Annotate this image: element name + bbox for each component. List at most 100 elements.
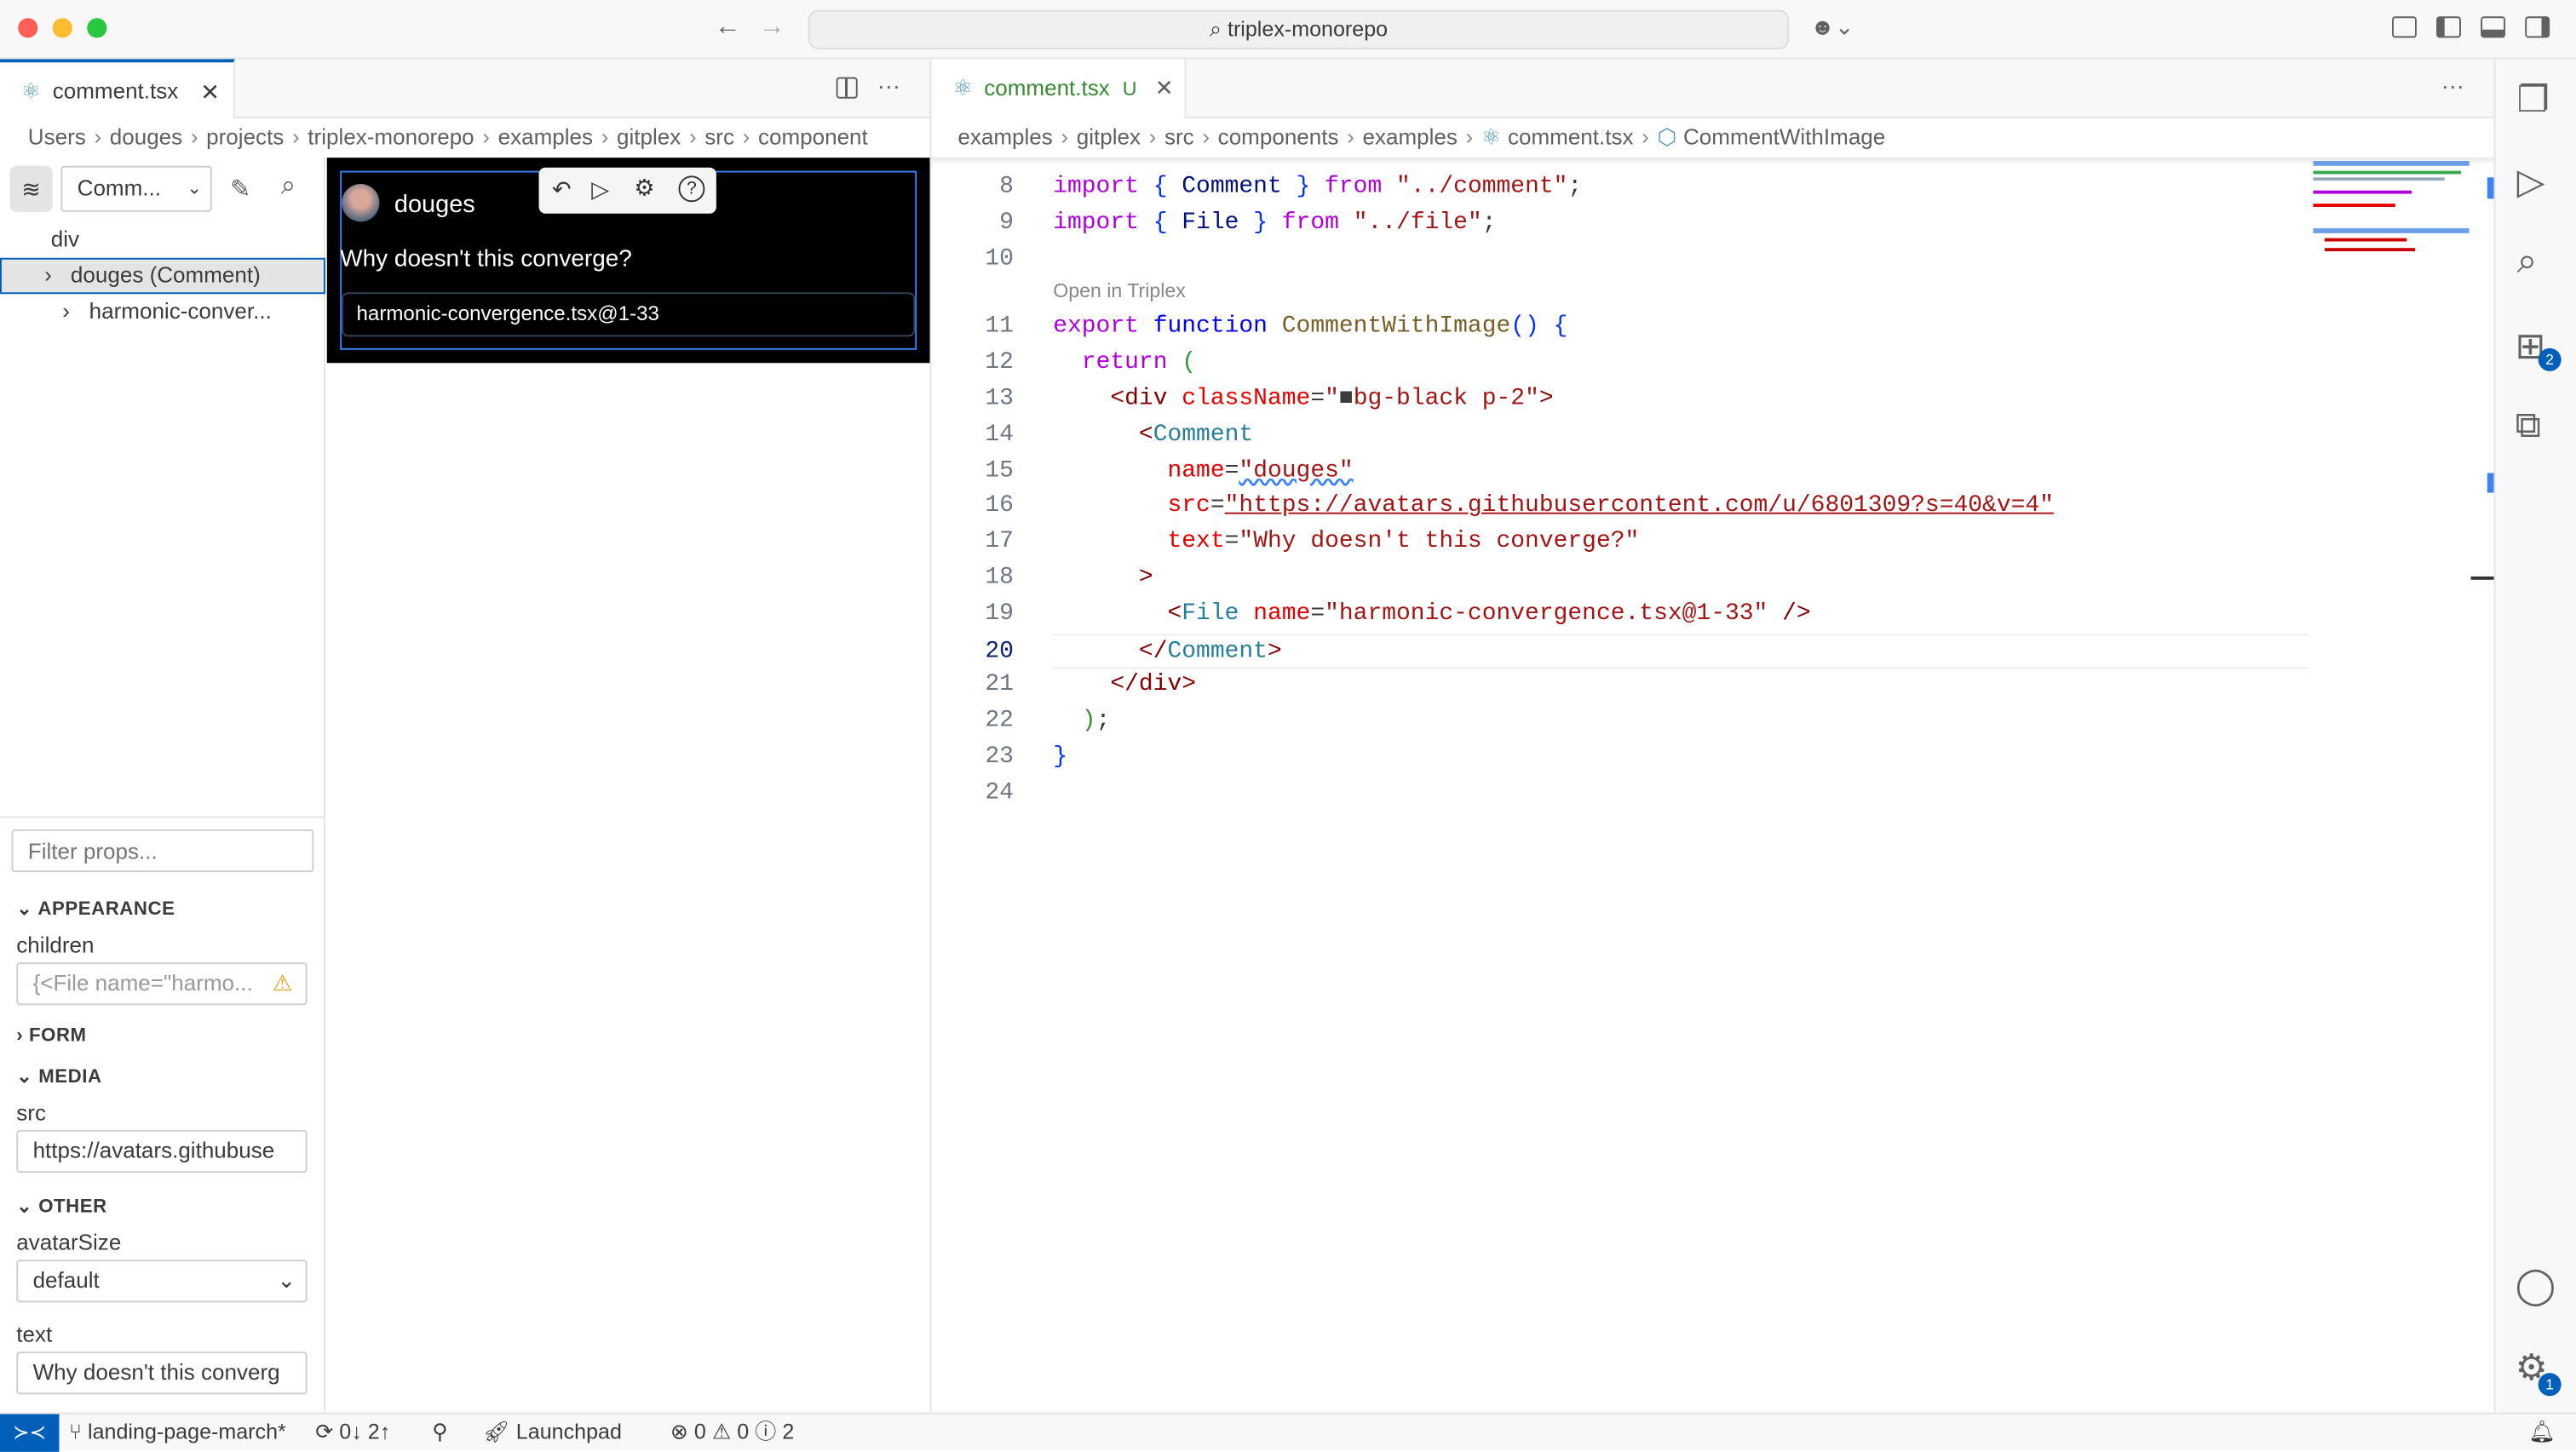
section-media[interactable]: ⌄ MEDIA — [16, 1065, 101, 1088]
code-line[interactable]: 12 return ( — [931, 347, 2308, 382]
code-token: ) — [1081, 708, 1096, 735]
copilot-icon[interactable]: ☻⌄ — [1810, 13, 1854, 41]
preview-canvas[interactable]: douges ↶ ▷ ⚙ ? Why doesn't this converge… — [326, 158, 930, 364]
code-editor[interactable]: 8 import { Comment } from "../comment"; 9 i… — [931, 166, 2309, 1415]
layers-icon[interactable]: ≋ — [9, 165, 53, 212]
section-form[interactable]: › FORM — [16, 1026, 86, 1046]
src-input[interactable]: https://avatars.githubuse — [16, 1129, 308, 1173]
run-debug-icon[interactable]: ▷ — [2517, 161, 2545, 204]
play-icon[interactable]: ▷ — [591, 175, 609, 204]
breadcrumb-item[interactable]: component — [758, 125, 868, 150]
filter-props-input[interactable] — [11, 829, 314, 873]
line-number: 8 — [999, 174, 1014, 201]
tree-item-harmonic[interactable]: › harmonic-conver... — [62, 299, 272, 324]
breadcrumb-item[interactable]: comment.tsx — [1508, 125, 1634, 150]
close-tab-icon[interactable]: ✕ — [1155, 59, 1174, 118]
info-count: 2 — [782, 1419, 795, 1444]
explorer-icon[interactable]: ❐ — [2517, 79, 2550, 122]
launchpad-item[interactable]: 🚀︎ Launchpad — [483, 1414, 622, 1449]
text-input[interactable]: Why doesn't this converg — [16, 1352, 308, 1395]
code-token: className — [1182, 386, 1311, 413]
code-line[interactable]: 22 ); — [931, 705, 2308, 741]
code-line[interactable]: 17 text="Why doesn't this converge?" — [931, 526, 2308, 562]
close-window-button[interactable] — [18, 18, 38, 38]
notifications-bell-icon[interactable]: 🔔︎ — [2528, 1414, 2556, 1449]
undo-icon[interactable]: ↶ — [552, 175, 572, 204]
gear-icon[interactable]: ⚙ — [634, 174, 654, 202]
code-token: } — [1053, 743, 1067, 771]
breadcrumb-item[interactable]: gitplex — [617, 125, 681, 150]
breadcrumb-item[interactable]: examples — [957, 125, 1052, 150]
code-line[interactable]: 10 — [931, 243, 2308, 278]
toggle-secondary-sidebar-icon[interactable] — [2525, 16, 2550, 38]
back-arrow-icon[interactable]: ← — [715, 13, 741, 43]
code-line[interactable]: 24 — [931, 777, 2308, 812]
code-line[interactable]: 16 src="https://avatars.githubuserconten… — [931, 490, 2308, 525]
breadcrumb-item[interactable]: triplex-monorepo — [308, 125, 474, 150]
breadcrumb-item[interactable]: CommentWithImage — [1683, 125, 1885, 150]
breadcrumb-item[interactable]: src — [704, 125, 734, 150]
source-control-graph-icon[interactable]: ⧉ — [2516, 404, 2541, 446]
minimize-window-button[interactable] — [52, 18, 72, 38]
close-tab-icon[interactable]: ✕ — [200, 62, 220, 121]
code-line[interactable]: 21 </div> — [931, 669, 2308, 705]
avatarsize-select[interactable]: default ⌄ — [16, 1260, 308, 1303]
code-line[interactable]: 13 <div className="■bg-black p-2"> — [931, 382, 2308, 418]
edit-icon[interactable]: ✎ — [230, 174, 250, 204]
chevron-right-icon: › — [1642, 124, 1649, 150]
code-line[interactable]: 23} — [931, 741, 2308, 777]
code-line[interactable]: 18 > — [931, 562, 2308, 598]
breadcrumb-item[interactable]: douges — [110, 125, 182, 150]
section-appearance[interactable]: ⌄ APPEARANCE — [16, 897, 175, 920]
code-line[interactable]: 8 import { Comment } from "../comment"; — [931, 171, 2308, 207]
search-icon[interactable]: ⌕ — [2517, 240, 2538, 283]
scrollbar-marker — [2487, 177, 2494, 199]
problems-item[interactable]: ⊗ 0 ⚠ 0 ⓘ 2 — [670, 1414, 794, 1449]
forward-arrow-icon[interactable]: → — [759, 13, 785, 43]
code-line[interactable]: 11 export function CommentWithImage() { — [931, 311, 2308, 347]
help-icon[interactable]: ? — [678, 175, 705, 203]
breadcrumb-item[interactable]: Users — [28, 125, 86, 150]
code-line[interactable]: 19 <File name="harmonic-convergence.tsx@… — [931, 598, 2308, 634]
section-other[interactable]: ⌄ OTHER — [16, 1194, 106, 1217]
breadcrumb-item[interactable]: examples — [1362, 125, 1457, 150]
command-center-search[interactable]: ⌕ triplex-monorepo — [808, 9, 1790, 49]
breadcrumb-item[interactable]: examples — [498, 125, 593, 150]
maximize-window-button[interactable] — [87, 18, 107, 38]
account-icon[interactable]: ◯ — [2516, 1265, 2556, 1307]
code-token: import — [1053, 174, 1139, 201]
component-select[interactable]: Comm... ⌄ — [60, 165, 212, 212]
chevron-down-icon: ⌄ — [16, 1197, 39, 1218]
more-actions-icon[interactable]: ··· — [2441, 72, 2464, 99]
search-icon[interactable]: ⌕ — [281, 172, 296, 202]
code-line[interactable]: 14 <Comment — [931, 418, 2308, 454]
tree-item-div[interactable]: div — [51, 227, 79, 251]
tab-comment-tsx-right[interactable]: ⚛ comment.tsx U ✕ — [931, 59, 1187, 118]
breadcrumb-item[interactable]: src — [1164, 125, 1194, 150]
customize-layout-icon[interactable] — [2391, 16, 2417, 38]
more-actions-icon[interactable]: ··· — [877, 72, 900, 99]
error-count: 0 — [693, 1419, 706, 1444]
git-graph-icon[interactable]: ⚲ — [432, 1414, 447, 1449]
code-line[interactable]: 9 import { File } from "../file"; — [931, 207, 2308, 243]
breadcrumb-item[interactable]: projects — [206, 125, 284, 150]
breadcrumb-item[interactable]: gitplex — [1077, 125, 1141, 150]
code-token: { — [1153, 174, 1168, 201]
code-token: bg-black p-2" — [1353, 386, 1539, 413]
breadcrumb-item[interactable]: components — [1218, 125, 1339, 150]
tree-item-douges-comment[interactable]: › douges (Comment) — [0, 257, 325, 295]
toggle-primary-sidebar-icon[interactable] — [2436, 16, 2461, 38]
remote-button[interactable]: ≻≺ — [0, 1414, 60, 1452]
minimap[interactable] — [2311, 158, 2472, 273]
code-line[interactable]: 20 </Comment> — [985, 633, 2309, 669]
code-line[interactable]: 15 name="douges" — [931, 454, 2308, 490]
toggle-panel-icon[interactable] — [2481, 16, 2506, 38]
tab-comment-tsx-left[interactable]: ⚛ comment.tsx ✕ — [0, 59, 235, 118]
children-input[interactable]: {<File name="harmo... ⚠ — [16, 962, 308, 1006]
sync-item[interactable]: ⟳ 0↓ 2↑ — [315, 1414, 390, 1449]
branch-item[interactable]: ⑂ landing-page-march* — [69, 1414, 286, 1449]
split-editor-icon[interactable] — [836, 77, 858, 99]
codelens-open-in-triplex[interactable]: Open in Triplex — [1053, 280, 1186, 303]
